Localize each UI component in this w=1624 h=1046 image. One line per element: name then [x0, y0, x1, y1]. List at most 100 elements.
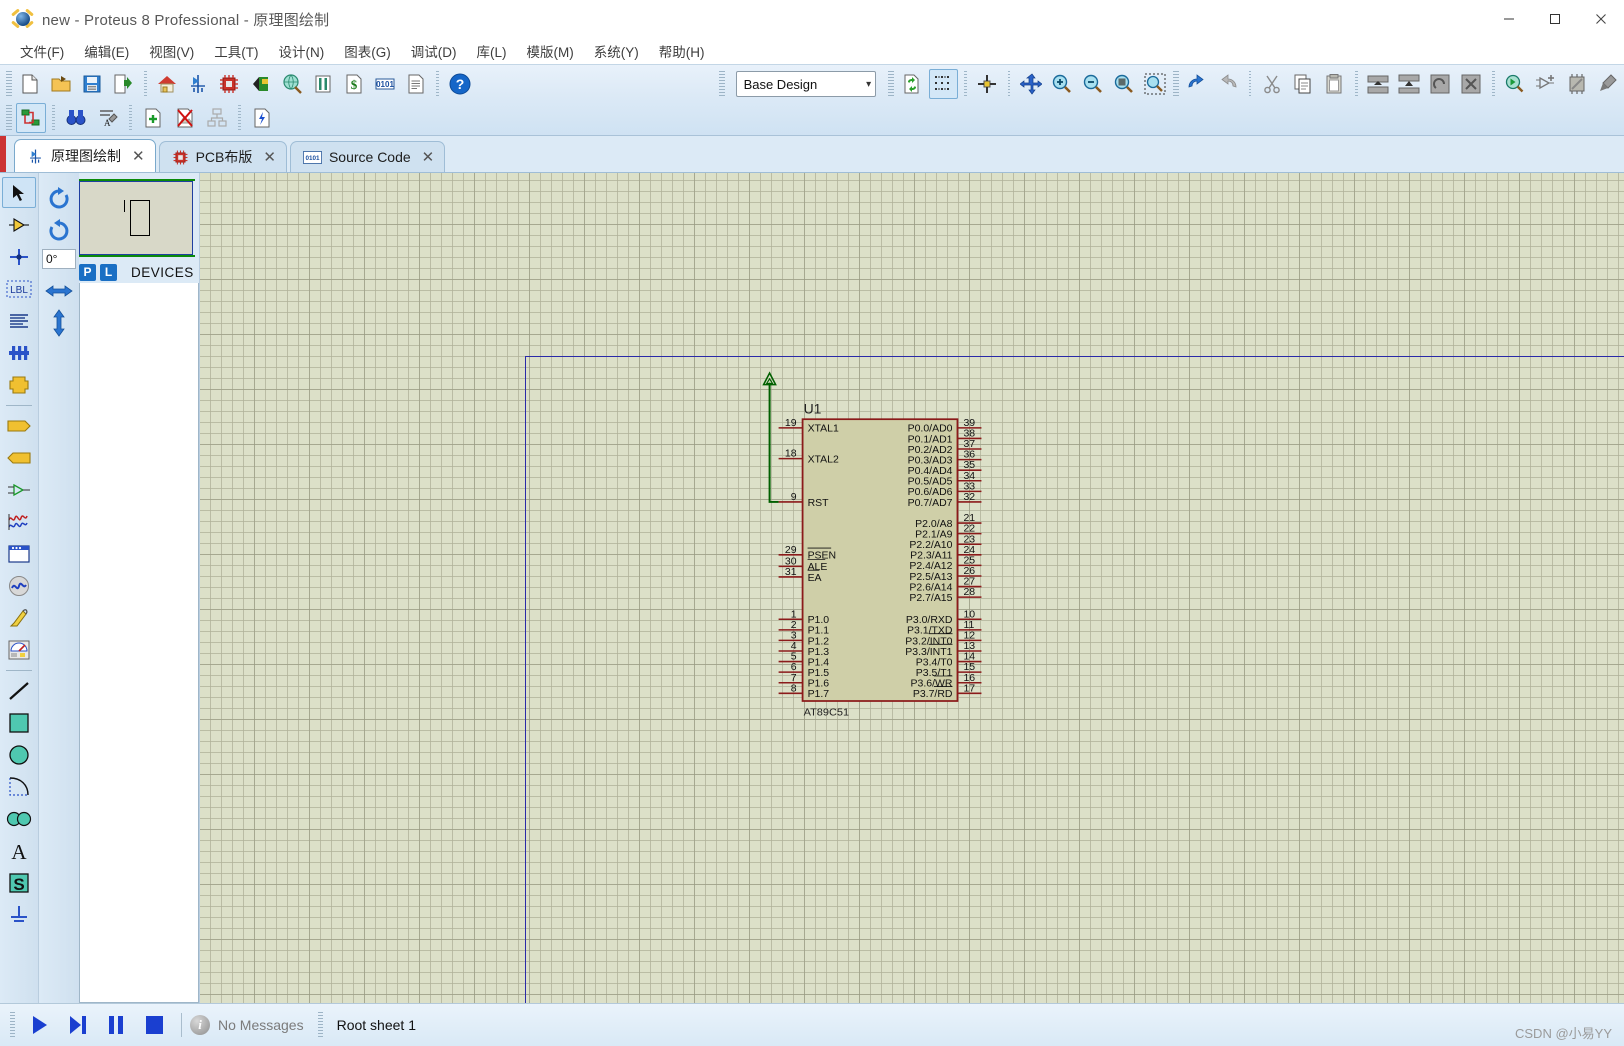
redo-icon[interactable]	[1214, 69, 1243, 99]
tab-source-code[interactable]: 0101 Source Code ✕	[289, 141, 446, 172]
schematic-canvas[interactable]: U1 AT89C51 19 XTAL1 18 XTAL2 9 RST 29 PSEN 30 ALE 31…	[199, 173, 1624, 1003]
new-file-icon[interactable]	[16, 69, 45, 99]
block-copy-icon[interactable]	[1364, 69, 1393, 99]
bill-of-materials-icon[interactable]: $	[339, 69, 368, 99]
menu-graph[interactable]: 图表(G)	[334, 38, 401, 64]
tab-pcb-close-icon[interactable]: ✕	[263, 148, 276, 166]
sheet-field-grip[interactable]	[317, 1012, 323, 1038]
menu-debug[interactable]: 调试(D)	[401, 38, 467, 64]
pick-device-icon[interactable]	[1501, 69, 1530, 99]
tab-schematic-close-icon[interactable]: ✕	[132, 147, 145, 165]
minimize-button[interactable]	[1486, 0, 1532, 38]
wire-autorouter-icon[interactable]	[16, 103, 46, 133]
reset-wire[interactable]	[768, 382, 779, 503]
subcircuit-mode-icon[interactable]	[2, 369, 36, 400]
generator-mode-icon[interactable]	[2, 538, 36, 569]
tab-source-code-close-icon[interactable]: ✕	[422, 148, 435, 166]
menu-library[interactable]: 库(L)	[467, 38, 517, 64]
edit-toolbar-grip[interactable]	[1172, 71, 1179, 97]
design-explorer-icon[interactable]	[277, 69, 306, 99]
schematic-capture-icon[interactable]	[184, 69, 213, 99]
decompose-icon[interactable]	[1594, 69, 1623, 99]
menu-template[interactable]: 模版(M)	[517, 38, 584, 64]
block-delete-icon[interactable]	[1457, 69, 1486, 99]
tape-recorder-mode-icon[interactable]	[2, 506, 36, 537]
help-icon[interactable]: ?	[445, 69, 474, 99]
component-mode-icon[interactable]	[2, 209, 36, 240]
zoom-area-icon[interactable]	[1110, 69, 1139, 99]
library-badge[interactable]: L	[100, 263, 117, 281]
pan-icon[interactable]	[1016, 69, 1045, 99]
tab-schematic[interactable]: 原理图绘制 ✕	[14, 139, 156, 172]
design-selector[interactable]: Base Design ▾	[735, 71, 877, 97]
menu-edit[interactable]: 编辑(E)	[74, 38, 139, 64]
pick-device-badge[interactable]: P	[79, 263, 96, 281]
symbol-tool-icon[interactable]: S	[2, 867, 36, 898]
path-tool-icon[interactable]	[2, 803, 36, 834]
mirror-vertical-icon[interactable]	[42, 307, 76, 339]
sim-stop-button[interactable]	[135, 1008, 173, 1042]
property-assignment-icon[interactable]: A	[93, 103, 123, 133]
hierarchy-icon[interactable]	[202, 103, 232, 133]
rotate-clockwise-icon[interactable]	[42, 183, 76, 215]
cut-icon[interactable]	[1257, 69, 1286, 99]
search-tag-icon[interactable]	[61, 103, 91, 133]
rotation-angle-field[interactable]: 0°	[42, 249, 76, 269]
sim-step-button[interactable]	[59, 1008, 97, 1042]
refresh-icon[interactable]	[898, 69, 927, 99]
generate-netlist-icon[interactable]	[247, 103, 277, 133]
toolbar-grip[interactable]	[6, 71, 12, 97]
voltage-probe-mode-icon[interactable]	[2, 570, 36, 601]
tab-pcb[interactable]: PCB布版 ✕	[158, 141, 287, 172]
arc-tool-icon[interactable]	[2, 771, 36, 802]
bom-report-icon[interactable]	[308, 69, 337, 99]
device-pin-mode-icon[interactable]	[2, 442, 36, 473]
devices-list[interactable]	[79, 283, 199, 1003]
selection-mode-icon[interactable]	[2, 177, 36, 208]
terminals-mode-icon[interactable]	[2, 410, 36, 441]
wire-label-mode-icon[interactable]: LBL	[2, 273, 36, 304]
close-button[interactable]	[1578, 0, 1624, 38]
box-tool-icon[interactable]	[2, 707, 36, 738]
zoom-in-icon[interactable]	[1048, 69, 1077, 99]
report-icon[interactable]	[401, 69, 430, 99]
save-icon[interactable]	[78, 69, 107, 99]
sim-pause-button[interactable]	[97, 1008, 135, 1042]
binary-icon[interactable]: 0101	[370, 69, 399, 99]
toggle-grid-icon[interactable]	[928, 69, 958, 99]
menu-design[interactable]: 设计(N)	[269, 38, 335, 64]
current-probe-mode-icon[interactable]	[2, 602, 36, 633]
block-move-icon[interactable]	[1395, 69, 1424, 99]
status-grip[interactable]	[10, 1012, 15, 1038]
marker-tool-icon[interactable]	[2, 899, 36, 930]
line-tool-icon[interactable]	[2, 675, 36, 706]
design-toolbar-grip[interactable]	[718, 71, 725, 97]
maximize-button[interactable]	[1532, 0, 1578, 38]
undo-icon[interactable]	[1183, 69, 1212, 99]
menu-system[interactable]: 系统(Y)	[584, 38, 649, 64]
remove-sheet-icon[interactable]	[170, 103, 200, 133]
origin-icon[interactable]	[973, 69, 1002, 99]
home-icon[interactable]	[153, 69, 182, 99]
zoom-out-icon[interactable]	[1079, 69, 1108, 99]
text-script-mode-icon[interactable]	[2, 305, 36, 336]
menu-tool[interactable]: 工具(T)	[204, 38, 268, 64]
toolbar-grip-2[interactable]	[6, 105, 12, 131]
menu-help[interactable]: 帮助(H)	[649, 38, 715, 64]
export-icon[interactable]	[109, 69, 138, 99]
view-toolbar-grip[interactable]	[887, 71, 894, 97]
rotate-counterclockwise-icon[interactable]	[42, 215, 76, 247]
sim-play-button[interactable]	[21, 1008, 59, 1042]
menu-file[interactable]: 文件(F)	[10, 38, 74, 64]
make-device-icon[interactable]	[1532, 69, 1561, 99]
packaging-tool-icon[interactable]	[1563, 69, 1592, 99]
block-rotate-icon[interactable]	[1426, 69, 1455, 99]
zoom-all-icon[interactable]	[1141, 69, 1170, 99]
3d-viewer-icon[interactable]	[246, 69, 275, 99]
open-folder-icon[interactable]	[47, 69, 76, 99]
virtual-instrument-icon[interactable]	[2, 634, 36, 665]
mirror-horizontal-icon[interactable]	[42, 275, 76, 307]
circle-tool-icon[interactable]	[2, 739, 36, 770]
junction-dot-mode-icon[interactable]	[2, 241, 36, 272]
overview-preview[interactable]	[79, 179, 195, 257]
